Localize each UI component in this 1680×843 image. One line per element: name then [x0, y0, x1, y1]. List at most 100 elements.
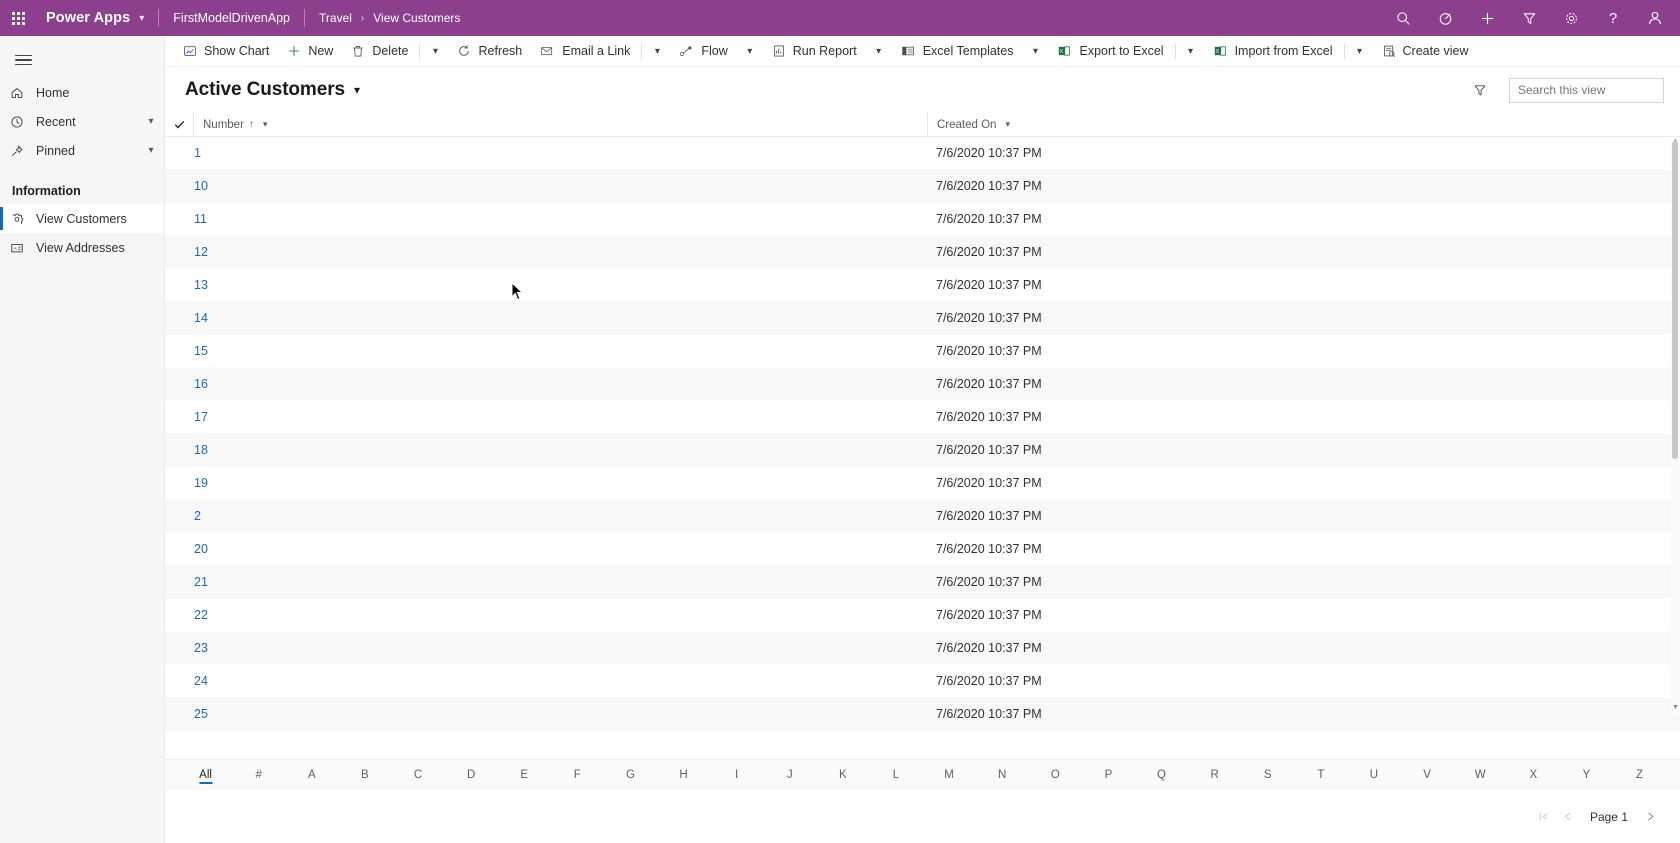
alpha-filter-m[interactable]: M	[923, 760, 976, 791]
app-name[interactable]: FirstModelDrivenApp	[173, 11, 290, 25]
alpha-filter-d[interactable]: D	[445, 760, 498, 791]
alpha-filter-q[interactable]: Q	[1135, 760, 1188, 791]
refresh-button[interactable]: Refresh	[448, 36, 531, 67]
cell-number[interactable]: 25	[165, 707, 927, 721]
sitemap-hamburger-icon[interactable]	[0, 42, 46, 78]
cell-number[interactable]: 10	[165, 179, 927, 193]
alpha-filter-v[interactable]: V	[1401, 760, 1454, 791]
alpha-filter-w[interactable]: W	[1454, 760, 1507, 791]
sidebar-item-recent[interactable]: Recent ▾	[0, 107, 164, 136]
table-row[interactable]: 10 7/6/2020 10:37 PM	[165, 170, 1680, 203]
table-row[interactable]: 19 7/6/2020 10:37 PM	[165, 467, 1680, 500]
table-row[interactable]: 18 7/6/2020 10:37 PM	[165, 434, 1680, 467]
table-row[interactable]: 17 7/6/2020 10:37 PM	[165, 401, 1680, 434]
alpha-filter-o[interactable]: O	[1029, 760, 1082, 791]
table-row[interactable]: 14 7/6/2020 10:37 PM	[165, 302, 1680, 335]
show-chart-button[interactable]: Show Chart	[174, 36, 278, 67]
delete-overflow-chevron-icon[interactable]: ▾	[422, 36, 448, 67]
delete-button[interactable]: Delete	[342, 36, 417, 67]
cell-number[interactable]: 23	[165, 641, 927, 655]
search-input[interactable]	[1510, 83, 1680, 97]
add-icon[interactable]	[1466, 0, 1508, 36]
cell-number[interactable]: 19	[165, 476, 927, 490]
cell-number[interactable]: 15	[165, 344, 927, 358]
table-row[interactable]: 22 7/6/2020 10:37 PM	[165, 599, 1680, 632]
table-row[interactable]: 21 7/6/2020 10:37 PM	[165, 566, 1680, 599]
alpha-filter-r[interactable]: R	[1188, 760, 1241, 791]
alpha-filter-all[interactable]: All	[179, 760, 232, 791]
table-row[interactable]: 2 7/6/2020 10:37 PM	[165, 500, 1680, 533]
create-view-button[interactable]: Create view	[1373, 36, 1478, 67]
cell-number[interactable]: 20	[165, 542, 927, 556]
flow-button[interactable]: Flow	[670, 36, 736, 67]
cell-number[interactable]: 13	[165, 278, 927, 292]
cell-number[interactable]: 16	[165, 377, 927, 391]
first-page-icon[interactable]	[1532, 805, 1556, 829]
scrollbar-thumb[interactable]	[1672, 141, 1678, 459]
alpha-filter-k[interactable]: K	[816, 760, 869, 791]
cell-number[interactable]: 2	[165, 509, 927, 523]
alpha-filter-p[interactable]: P	[1082, 760, 1135, 791]
export-to-excel-button[interactable]: X Export to Excel	[1048, 36, 1172, 67]
table-row[interactable]: 15 7/6/2020 10:37 PM	[165, 335, 1680, 368]
export-excel-chevron-icon[interactable]: ▾	[1178, 36, 1204, 67]
cell-number[interactable]: 22	[165, 608, 927, 622]
filter-icon[interactable]	[1508, 0, 1550, 36]
cell-number[interactable]: 21	[165, 575, 927, 589]
chevron-down-icon-2[interactable]: ▾	[138, 145, 164, 156]
table-row[interactable]: 1 7/6/2020 10:37 PM	[165, 137, 1680, 170]
search-this-view-box[interactable]	[1509, 77, 1680, 103]
alpha-filter-s[interactable]: S	[1241, 760, 1294, 791]
alpha-filter-y[interactable]: Y	[1560, 760, 1613, 791]
funnel-icon[interactable]	[1465, 75, 1495, 105]
column-header-number[interactable]: Number ↑ ▾	[193, 112, 927, 137]
settings-gear-icon[interactable]	[1550, 0, 1592, 36]
alpha-filter-u[interactable]: U	[1347, 760, 1400, 791]
breadcrumb-parent[interactable]: Travel	[319, 11, 352, 25]
table-row[interactable]: 24 7/6/2020 10:37 PM	[165, 665, 1680, 698]
app-launcher-waffle-icon[interactable]	[0, 0, 36, 36]
user-account-icon[interactable]	[1634, 0, 1676, 36]
import-from-excel-button[interactable]: X Import from Excel	[1204, 36, 1342, 67]
alpha-filter-j[interactable]: J	[763, 760, 816, 791]
search-icon[interactable]	[1382, 0, 1424, 36]
table-row[interactable]: 13 7/6/2020 10:37 PM	[165, 269, 1680, 302]
column-menu-chevron-icon-2[interactable]: ▾	[1005, 119, 1010, 130]
table-row[interactable]: 11 7/6/2020 10:37 PM	[165, 203, 1680, 236]
import-excel-chevron-icon[interactable]: ▾	[1347, 36, 1373, 67]
excel-templates-button[interactable]: Excel Templates	[892, 36, 1023, 67]
alpha-filter-b[interactable]: B	[338, 760, 391, 791]
cell-number[interactable]: 18	[165, 443, 927, 457]
alpha-filter-t[interactable]: T	[1294, 760, 1347, 791]
alpha-filter-e[interactable]: E	[498, 760, 551, 791]
table-row[interactable]: 16 7/6/2020 10:37 PM	[165, 368, 1680, 401]
alpha-filter-hash[interactable]: #	[232, 760, 285, 791]
sidebar-item-pinned[interactable]: Pinned ▾	[0, 136, 164, 165]
sidebar-item-view-addresses[interactable]: A View Addresses	[0, 233, 164, 262]
previous-page-icon[interactable]	[1556, 805, 1580, 829]
brand-chevron-down-icon[interactable]: ▾	[139, 13, 144, 24]
table-row[interactable]: 23 7/6/2020 10:37 PM	[165, 632, 1680, 665]
table-row[interactable]: 20 7/6/2020 10:37 PM	[165, 533, 1680, 566]
flow-overflow-chevron-icon[interactable]: ▾	[737, 36, 763, 67]
email-a-link-button[interactable]: Email a Link	[531, 36, 639, 67]
table-row[interactable]: 25 7/6/2020 10:37 PM	[165, 698, 1680, 731]
email-overflow-chevron-icon[interactable]: ▾	[644, 36, 670, 67]
next-page-icon[interactable]	[1638, 805, 1662, 829]
cell-number[interactable]: 24	[165, 674, 927, 688]
alpha-filter-n[interactable]: N	[976, 760, 1029, 791]
cell-number[interactable]: 12	[165, 245, 927, 259]
scroll-down-arrow-icon[interactable]: ▼	[1671, 703, 1680, 713]
column-menu-chevron-icon[interactable]: ▾	[263, 119, 268, 130]
view-selector-chevron-down-icon[interactable]: ▾	[354, 83, 360, 97]
alpha-filter-a[interactable]: A	[285, 760, 338, 791]
alpha-filter-i[interactable]: I	[710, 760, 763, 791]
excel-templates-chevron-icon[interactable]: ▾	[1022, 36, 1048, 67]
alpha-filter-l[interactable]: L	[869, 760, 922, 791]
alpha-filter-f[interactable]: F	[551, 760, 604, 791]
run-report-button[interactable]: Run Report	[763, 36, 866, 67]
alpha-filter-h[interactable]: H	[657, 760, 710, 791]
alpha-filter-z[interactable]: Z	[1613, 760, 1666, 791]
help-icon[interactable]: ?	[1592, 0, 1634, 36]
alpha-filter-g[interactable]: G	[604, 760, 657, 791]
